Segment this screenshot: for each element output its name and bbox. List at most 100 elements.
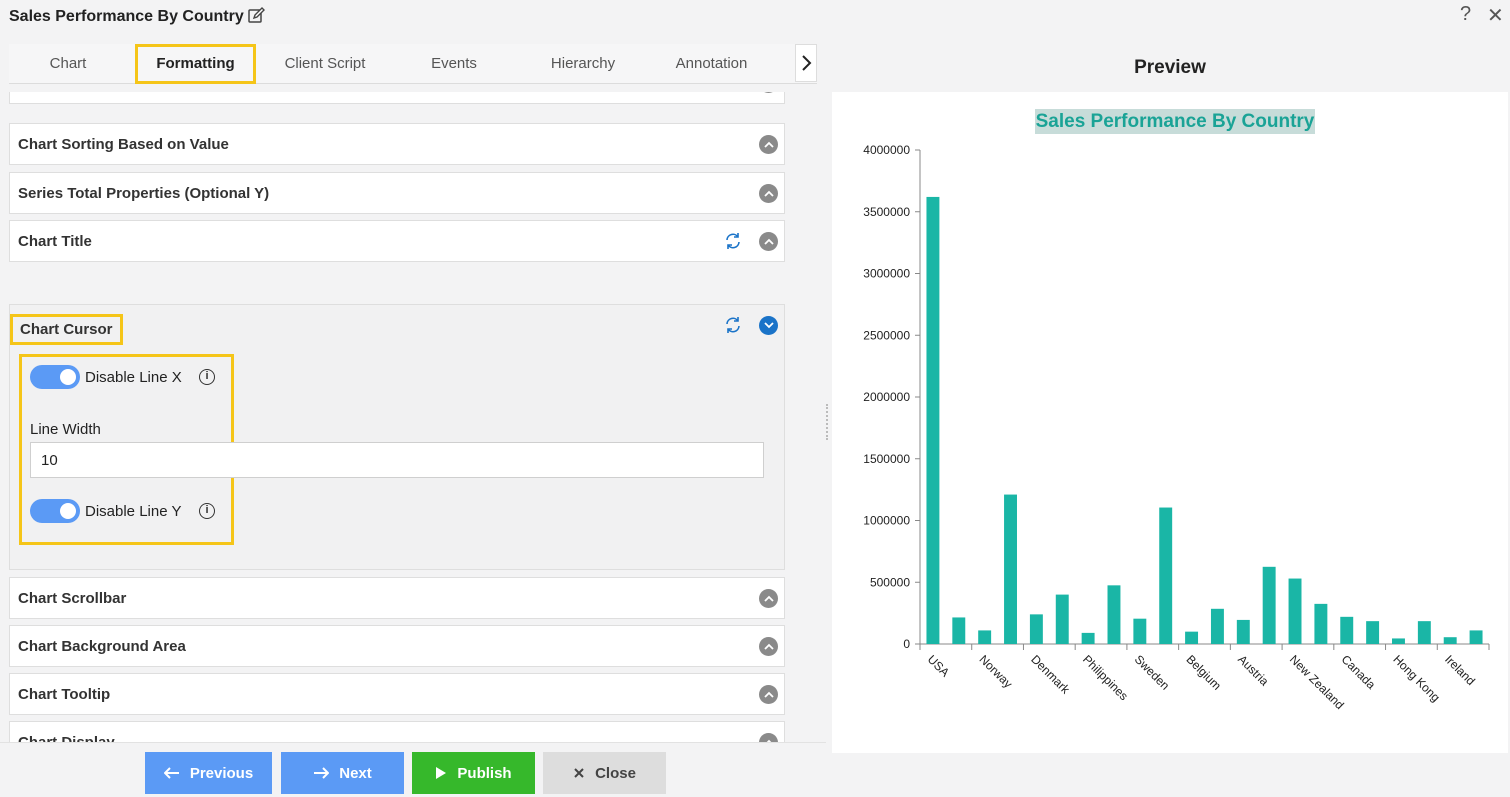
section-label-chart-cursor[interactable]: Chart Cursor <box>10 314 123 345</box>
panel-resize-handle[interactable] <box>826 404 830 440</box>
refresh-icon[interactable] <box>724 316 742 334</box>
next-label: Next <box>339 764 372 782</box>
y-tick-label: 1500000 <box>863 452 910 466</box>
chart-axes: 0 500000 1000000 1500000 2000000 2500000 30000… <box>863 143 1490 651</box>
next-button[interactable]: Next <box>281 752 404 794</box>
y-tick-label: 3000000 <box>863 267 910 281</box>
preview-heading: Preview <box>832 44 1508 92</box>
chevron-up-icon[interactable] <box>759 637 778 656</box>
x-tick-label: Ireland <box>1442 652 1478 688</box>
x-tick-label: Philippines <box>1080 652 1131 703</box>
section-label: Series Total Properties (Optional Y) <box>18 185 270 202</box>
tab-annotation[interactable]: Annotation <box>654 44 769 84</box>
bar <box>926 196 940 644</box>
bar <box>1081 632 1095 644</box>
chevron-up-icon[interactable] <box>759 589 778 608</box>
chevron-up-icon[interactable] <box>759 232 778 251</box>
section-chart-tooltip[interactable]: Chart Tooltip <box>9 673 785 715</box>
dialog-title: Sales Performance By Country <box>9 8 244 25</box>
tab-bar: Chart Formatting Client Script Events Hi… <box>9 44 817 84</box>
y-tick-label: 500000 <box>870 575 910 589</box>
y-tick-label: 1000000 <box>863 514 910 528</box>
help-icon[interactable]: ? <box>1460 3 1471 26</box>
disable-line-x-label: Disable Line X <box>85 369 182 386</box>
section-chart-sorting[interactable]: Chart Sorting Based on Value <box>9 123 785 165</box>
x-tick-label: Denmark <box>1028 652 1073 697</box>
section-chart-background[interactable]: Chart Background Area <box>9 625 785 667</box>
section-chart-display[interactable]: Chart Display <box>9 721 785 742</box>
section-label: Chart Title <box>18 233 92 250</box>
info-icon[interactable]: i <box>199 503 215 519</box>
close-icon[interactable]: ✕ <box>1487 3 1504 28</box>
bar-chart: Sales Performance By Country 0 500000 1000… <box>863 109 1490 712</box>
info-icon[interactable]: i <box>199 369 215 385</box>
title-bar: Sales Performance By Country ? ✕ <box>0 0 1510 36</box>
y-tick-label: 0 <box>903 637 910 651</box>
x-tick-label: Sweden <box>1132 652 1173 693</box>
line-width-label: Line Width <box>30 421 101 438</box>
bar <box>1107 585 1121 644</box>
x-tick-label: USA <box>925 652 952 679</box>
disable-line-y-label: Disable Line Y <box>85 503 182 520</box>
bar <box>1004 494 1017 644</box>
bar <box>1340 616 1354 644</box>
x-tick-label: New Zealand <box>1287 652 1347 712</box>
chart-title: Sales Performance By Country <box>1036 111 1315 132</box>
bar <box>1055 594 1069 644</box>
chevron-right-icon <box>802 55 812 71</box>
settings-panel: Chart Formatting Client Script Events Hi… <box>0 36 826 797</box>
tab-chart[interactable]: Chart <box>9 44 127 84</box>
bar <box>1185 631 1199 644</box>
close-icon <box>574 768 584 778</box>
tab-hierarchy[interactable]: Hierarchy <box>519 44 647 84</box>
disable-line-y-toggle[interactable] <box>30 499 80 523</box>
publish-button[interactable]: Publish <box>412 752 535 794</box>
bar <box>1029 614 1043 644</box>
chevron-up-icon[interactable] <box>759 685 778 704</box>
chart-bars <box>926 196 1483 644</box>
chevron-down-icon[interactable] <box>759 316 778 335</box>
x-tick-label: Hong Kong <box>1390 652 1442 704</box>
bar <box>1210 608 1224 644</box>
bar <box>1159 507 1173 644</box>
bar <box>1288 578 1302 644</box>
footer-actions: Previous Next Publish Close <box>0 742 826 797</box>
section-partial[interactable] <box>9 92 785 104</box>
y-tick-label: 4000000 <box>863 143 910 157</box>
tab-events[interactable]: Events <box>394 44 514 84</box>
bar <box>1417 621 1431 644</box>
sections-list[interactable]: Chart Sorting Based on Value Series Tota… <box>9 92 785 742</box>
play-icon <box>436 767 447 779</box>
bar <box>1469 630 1483 644</box>
tab-client-script[interactable]: Client Script <box>261 44 389 84</box>
refresh-icon[interactable] <box>724 232 742 250</box>
y-tick-label: 2500000 <box>863 328 910 342</box>
chevron-up-icon[interactable] <box>759 184 778 203</box>
section-chart-cursor: Chart Cursor Disable Line X i Line Width… <box>9 304 785 570</box>
chart-x-labels: USA Norway Denmark Philippines Sweden Belgium… <box>925 652 1478 712</box>
bar <box>1392 638 1405 644</box>
tab-formatting[interactable]: Formatting <box>135 44 256 84</box>
bar <box>978 630 992 644</box>
section-chart-scrollbar[interactable]: Chart Scrollbar <box>9 577 785 619</box>
chevron-up-icon[interactable] <box>759 135 778 154</box>
bar <box>1236 619 1250 644</box>
x-tick-label: Austria <box>1235 652 1272 689</box>
bar <box>952 617 966 644</box>
x-tick-label: Belgium <box>1183 652 1224 693</box>
section-chart-title[interactable]: Chart Title <box>9 220 785 262</box>
previous-label: Previous <box>189 764 254 782</box>
disable-line-x-toggle[interactable] <box>30 365 80 389</box>
section-series-total[interactable]: Series Total Properties (Optional Y) <box>9 172 785 214</box>
section-label: Chart Scrollbar <box>18 590 127 607</box>
previous-button[interactable]: Previous <box>145 752 272 794</box>
close-button[interactable]: Close <box>543 752 666 794</box>
edit-icon[interactable] <box>247 7 265 25</box>
bar <box>1443 637 1457 644</box>
chevron-up-icon[interactable] <box>759 92 778 93</box>
tab-scroll-right-button[interactable] <box>795 44 817 82</box>
bar <box>1262 566 1276 644</box>
x-tick-label: Canada <box>1339 652 1379 692</box>
chevron-up-icon[interactable] <box>759 733 778 742</box>
line-width-input[interactable] <box>30 442 764 478</box>
